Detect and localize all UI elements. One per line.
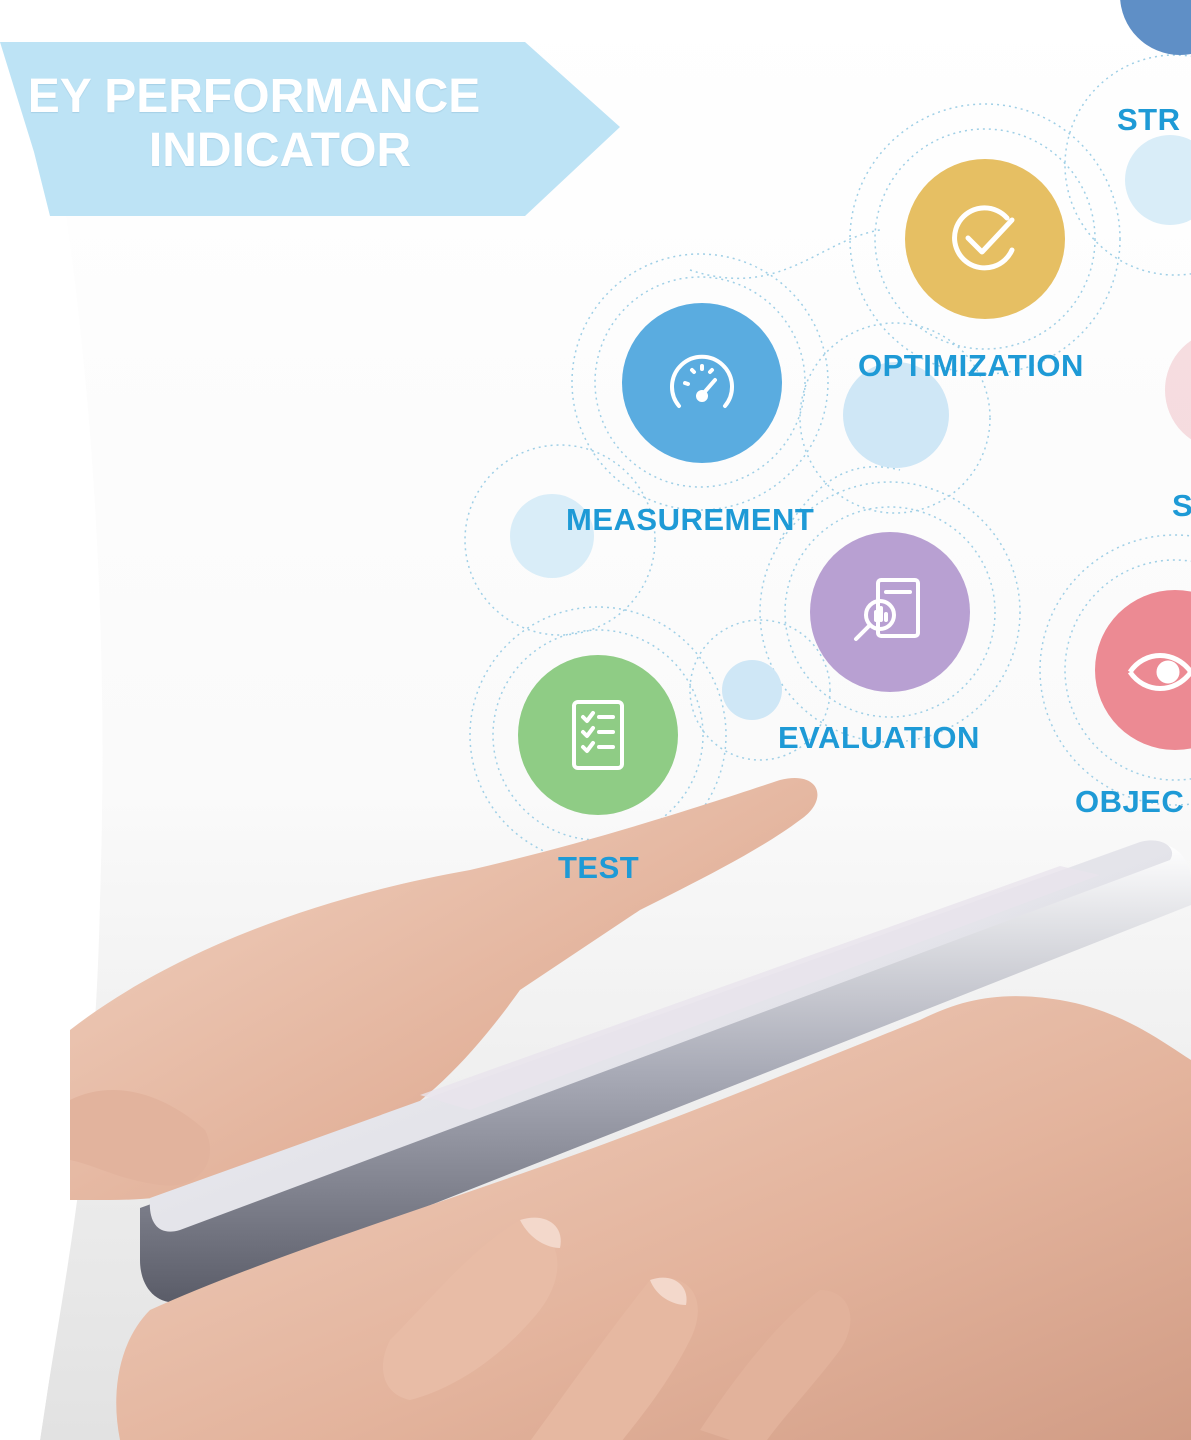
- objective-label: OBJEC: [1075, 784, 1185, 819]
- strategy-label: STR: [1117, 102, 1181, 137]
- measurement-label: MEASUREMENT: [566, 502, 815, 537]
- test-node: [518, 655, 678, 815]
- photo-canvas: [0, 0, 1191, 1440]
- banner-line-1: EY PERFORMANCE: [27, 70, 481, 123]
- evaluation-node: [810, 532, 970, 692]
- optimization-label: OPTIMIZATION: [858, 348, 1084, 383]
- optimization-node: [905, 159, 1065, 319]
- banner-title: EY PERFORMANCE INDICATOR: [0, 70, 560, 178]
- kpi-photo-scene: EY PERFORMANCE INDICATOR OPTIMIZATION ME…: [0, 0, 1191, 1440]
- test-label: TEST: [558, 850, 640, 885]
- right-edge-label: S: [1172, 488, 1191, 523]
- banner-line-2: INDICATOR: [148, 124, 412, 177]
- evaluation-label: EVALUATION: [778, 720, 980, 755]
- measurement-node: [622, 303, 782, 463]
